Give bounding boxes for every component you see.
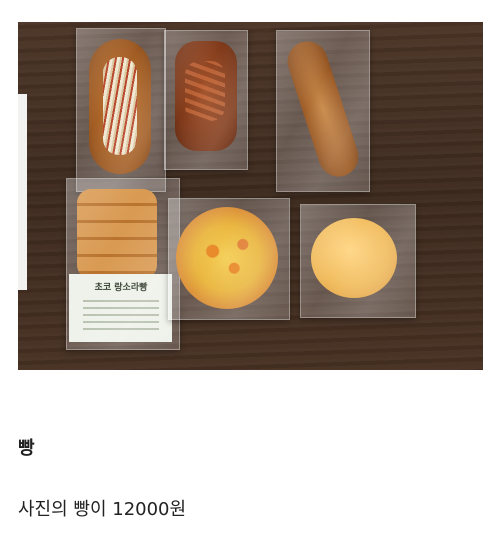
round-bun bbox=[311, 218, 397, 298]
bread-bag-bun bbox=[300, 204, 416, 318]
bread-photo: 초코 랑소라빵 bbox=[18, 22, 483, 370]
sausage-bread-topping bbox=[185, 61, 225, 121]
sausage-bread bbox=[175, 41, 237, 151]
pizza-toppings bbox=[191, 224, 263, 292]
napkin bbox=[18, 94, 27, 290]
product-label: 초코 랑소라빵 bbox=[69, 274, 172, 342]
product-label-name: 초코 랑소라빵 bbox=[94, 283, 148, 293]
product-label-text-lines bbox=[83, 300, 159, 334]
bread-bag-croissant: 초코 랑소라빵 bbox=[66, 178, 180, 350]
hotdog-filling bbox=[103, 57, 137, 155]
bread-bag-corndog bbox=[276, 30, 370, 192]
post-body: 사진의 빵이 12000원 bbox=[18, 499, 187, 520]
corndog-bread bbox=[282, 36, 364, 182]
bread-bag-sausage bbox=[164, 30, 248, 170]
bread-bag-pizza bbox=[168, 198, 290, 320]
hotdog-bun bbox=[89, 39, 151, 174]
post-title: 빵 bbox=[18, 438, 35, 459]
pizza-bread bbox=[176, 207, 278, 309]
croissant-bread bbox=[77, 189, 157, 279]
bread-bag-hotdog bbox=[76, 28, 166, 192]
